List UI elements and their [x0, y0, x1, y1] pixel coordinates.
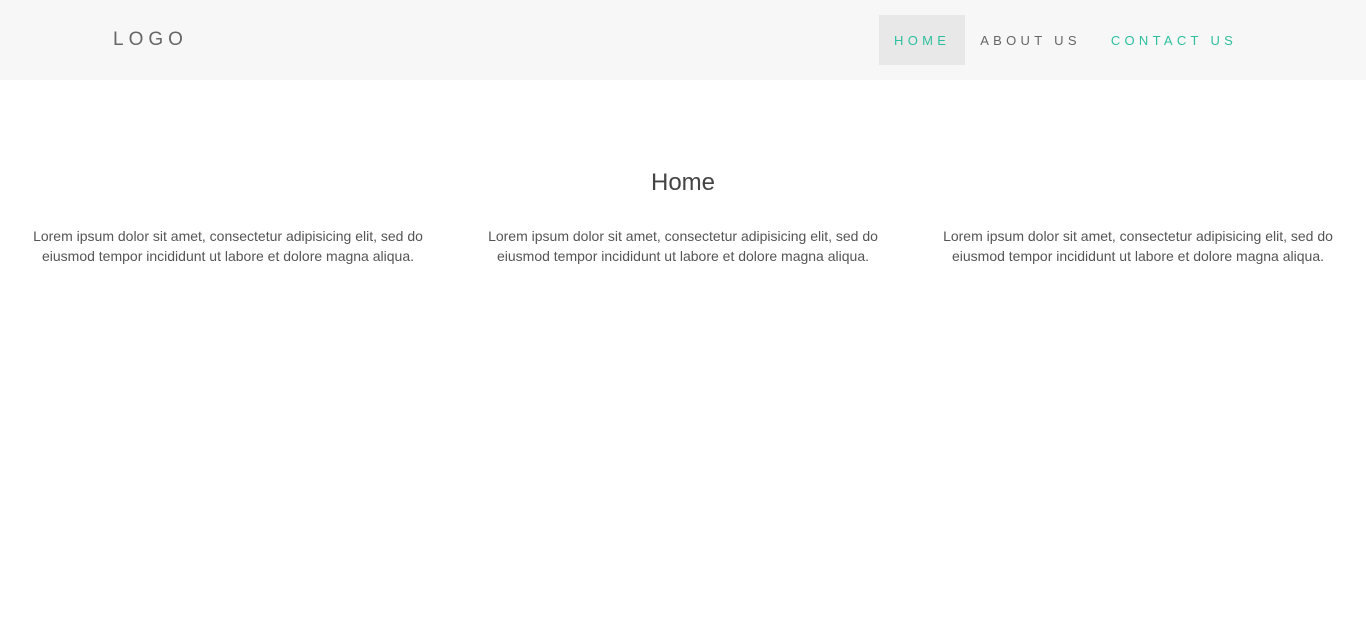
navbar: LOGO HOME ABOUT US CONTACT US: [0, 0, 1366, 80]
column-text-1: Lorem ipsum dolor sit amet, consectetur …: [33, 228, 423, 264]
logo[interactable]: LOGO: [113, 29, 188, 51]
column-text-2: Lorem ipsum dolor sit amet, consectetur …: [488, 228, 878, 264]
column-text-3: Lorem ipsum dolor sit amet, consectetur …: [943, 228, 1333, 264]
nav-home[interactable]: HOME: [879, 15, 966, 65]
nav-about-us[interactable]: ABOUT US: [965, 15, 1096, 65]
page-title: Home: [650, 169, 716, 196]
nav-contact-us[interactable]: CONTACT US: [1096, 15, 1252, 65]
main-nav: HOME ABOUT US CONTACT US: [879, 15, 1252, 65]
